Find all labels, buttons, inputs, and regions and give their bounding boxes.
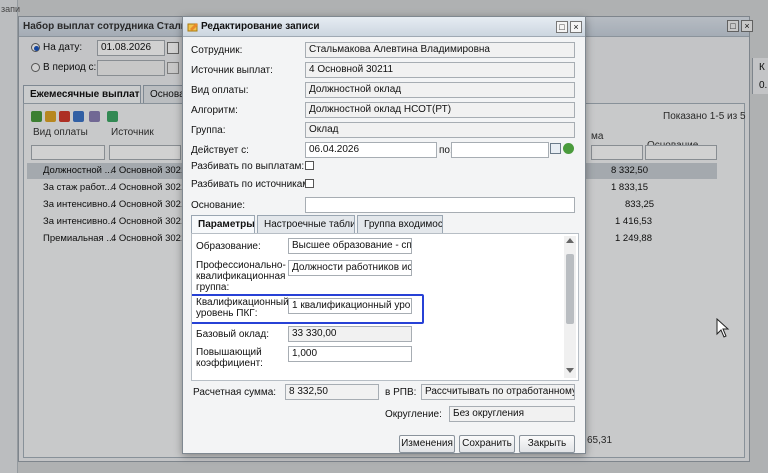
basis-field[interactable] [305,197,575,213]
tab-group-membership[interactable]: Группа входимости [357,215,443,233]
prof-group-label: Профессионально-квалификационная группа: [196,260,286,293]
paytype-label: Вид оплаты: [191,85,249,96]
split-sources-label: Разбивать по источникам: [191,179,312,190]
scroll-down-icon[interactable] [566,368,574,373]
edit-record-dialog: Редактирование записи □ × Сотрудник: Ста… [182,16,586,454]
calendar-icon[interactable] [550,143,561,154]
rounding-label: Округление: [385,409,442,420]
split-sources-checkbox[interactable] [305,179,314,188]
basis-label: Основание: [191,200,246,211]
changes-button[interactable]: Изменения [399,435,455,453]
parameters-panel: Образование: Высшее образование - специ … [191,233,579,381]
base-salary-label: Базовый оклад: [196,329,269,340]
scroll-up-icon[interactable] [566,238,574,243]
coefficient-field[interactable]: 1,000 [288,346,412,362]
clear-date-icon[interactable] [563,143,574,154]
rpv-field[interactable]: Рассчитывать по отработанному вре [421,384,575,400]
close-button[interactable]: Закрыть [519,435,575,453]
pencil-icon [187,23,198,32]
split-payments-checkbox[interactable] [305,161,314,170]
calc-sum-field[interactable]: 8 332,50 [285,384,379,400]
maximize-icon[interactable]: □ [556,21,568,33]
rpv-label: в РПВ: [385,387,417,398]
scrollbar-thumb[interactable] [566,254,574,324]
mouse-cursor-icon [716,318,730,338]
valid-from-label: Действует с: [191,145,249,156]
employee-field[interactable]: Стальмакова Алевтина Владимировна [305,42,575,58]
save-button[interactable]: Сохранить [459,435,515,453]
valid-to-field[interactable] [451,142,549,158]
tab-settings-tables[interactable]: Настроечные таблицы [257,215,355,233]
paytype-field[interactable]: Должностной оклад [305,82,575,98]
scrollbar[interactable] [564,236,576,378]
qual-level-label: Квалификационный уровень ПКГ: [196,297,289,319]
employee-label: Сотрудник: [191,45,243,56]
close-icon[interactable]: × [570,21,582,33]
source-label: Источник выплат: [191,65,273,76]
prof-group-field[interactable]: Должности работников испол [288,260,412,276]
source-field[interactable]: 4 Основной 30211 [305,62,575,78]
rounding-field[interactable]: Без округления [449,406,575,422]
education-label: Образование: [196,241,261,252]
calc-sum-label: Расчетная сумма: [193,387,277,398]
tab-parameters[interactable]: Параметры [191,215,255,233]
base-salary-field[interactable]: 33 330,00 [288,326,412,342]
dialog-title: Редактирование записи [183,17,585,37]
split-payments-label: Разбивать по выплатам: [191,161,305,172]
algorithm-label: Алгоритм: [191,105,238,116]
valid-from-field[interactable]: 06.04.2026 [305,142,437,158]
education-field[interactable]: Высшее образование - специ [288,238,412,254]
algorithm-field[interactable]: Должностной оклад НСОТ(РТ) [305,102,575,118]
group-field[interactable]: Оклад [305,122,575,138]
group-label: Группа: [191,125,226,136]
qual-level-field[interactable]: 1 квалификационный уровен [288,298,412,314]
coefficient-label: Повышающий коэффициент: [196,347,263,369]
